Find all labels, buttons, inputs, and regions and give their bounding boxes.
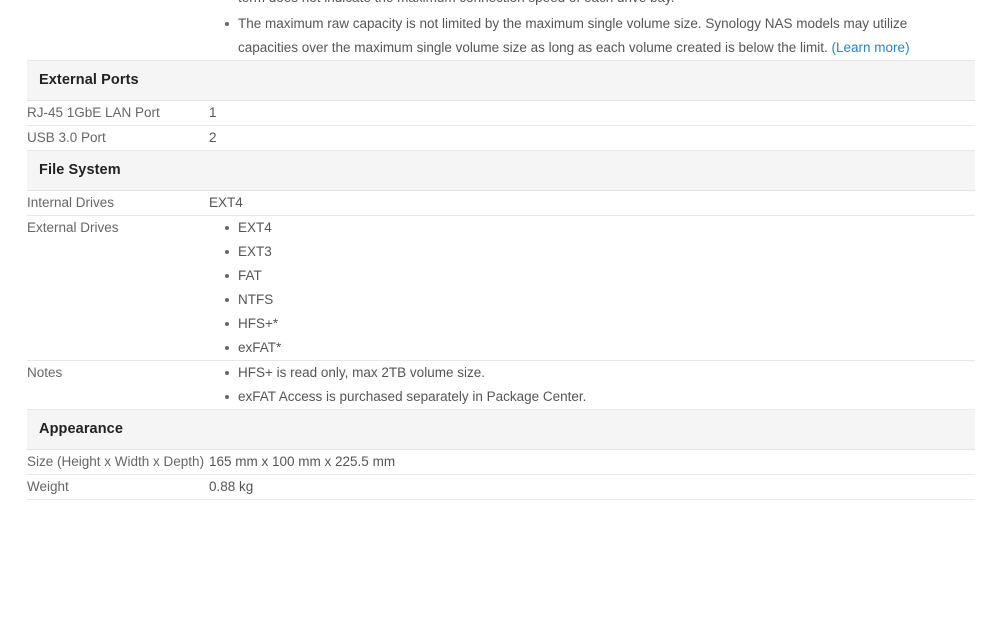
row-value: 1 bbox=[209, 100, 975, 126]
list-item: FAT bbox=[225, 264, 975, 288]
list-item: exFAT* bbox=[225, 336, 975, 360]
external-drives-list: EXT4 EXT3 FAT NTFS HFS+* exFAT* bbox=[209, 216, 975, 360]
row-label: Notes bbox=[27, 360, 209, 410]
row-label: Internal Drives bbox=[27, 190, 209, 216]
note-text: The maximum raw capacity is not limited … bbox=[238, 16, 908, 55]
section-header-external-ports: External Ports bbox=[27, 60, 975, 101]
row-label: RJ-45 1GbE LAN Port bbox=[27, 100, 209, 126]
list-item: NTFS bbox=[225, 288, 975, 312]
table-row: Notes HFS+ is read only, max 2TB volume … bbox=[27, 360, 975, 410]
row-label: Size (Height x Width x Depth) bbox=[27, 449, 209, 475]
learn-more-link[interactable]: (Learn more) bbox=[832, 40, 910, 55]
table-row: Weight 0.88 kg bbox=[27, 474, 975, 500]
table-row: Notes "Compatible drive type" indicates … bbox=[27, 0, 975, 61]
table-row: Internal Drives EXT4 bbox=[27, 190, 975, 216]
section-header-appearance: Appearance bbox=[27, 409, 975, 450]
row-value: 0.88 kg bbox=[209, 474, 975, 500]
row-value: EXT4 bbox=[209, 190, 975, 216]
notes-list: "Compatible drive type" indicates the dr… bbox=[209, 0, 975, 60]
list-item: exFAT Access is purchased separately in … bbox=[225, 385, 975, 409]
list-item: "Compatible drive type" indicates the dr… bbox=[225, 0, 975, 10]
row-label: Notes bbox=[27, 0, 209, 61]
section-title: File System bbox=[39, 162, 121, 178]
table-row: RJ-45 1GbE LAN Port 1 bbox=[27, 100, 975, 126]
row-value: "Compatible drive type" indicates the dr… bbox=[209, 0, 975, 61]
section-title: Appearance bbox=[39, 421, 124, 437]
row-value: HFS+ is read only, max 2TB volume size. … bbox=[209, 360, 975, 410]
row-label: External Drives bbox=[27, 215, 209, 361]
table-row: Size (Height x Width x Depth) 165 mm x 1… bbox=[27, 449, 975, 475]
note-text: "Compatible drive type" indicates the dr… bbox=[238, 0, 909, 5]
specifications-table: Notes "Compatible drive type" indicates … bbox=[27, 0, 975, 500]
row-value: 165 mm x 100 mm x 225.5 mm bbox=[209, 449, 975, 475]
section-title: External Ports bbox=[39, 72, 139, 88]
section-header-file-system: File System bbox=[27, 150, 975, 191]
table-row: External Drives EXT4 EXT3 FAT NTFS HFS+*… bbox=[27, 215, 975, 361]
list-item: HFS+ is read only, max 2TB volume size. bbox=[225, 361, 975, 385]
row-value: EXT4 EXT3 FAT NTFS HFS+* exFAT* bbox=[209, 215, 975, 361]
table-row: USB 3.0 Port 2 bbox=[27, 125, 975, 151]
row-value: 2 bbox=[209, 125, 975, 151]
row-label: Weight bbox=[27, 474, 209, 500]
list-item: HFS+* bbox=[225, 312, 975, 336]
list-item: EXT3 bbox=[225, 240, 975, 264]
list-item: The maximum raw capacity is not limited … bbox=[225, 12, 975, 60]
file-system-notes-list: HFS+ is read only, max 2TB volume size. … bbox=[209, 361, 975, 409]
row-label: USB 3.0 Port bbox=[27, 125, 209, 151]
list-item: EXT4 bbox=[225, 216, 975, 240]
